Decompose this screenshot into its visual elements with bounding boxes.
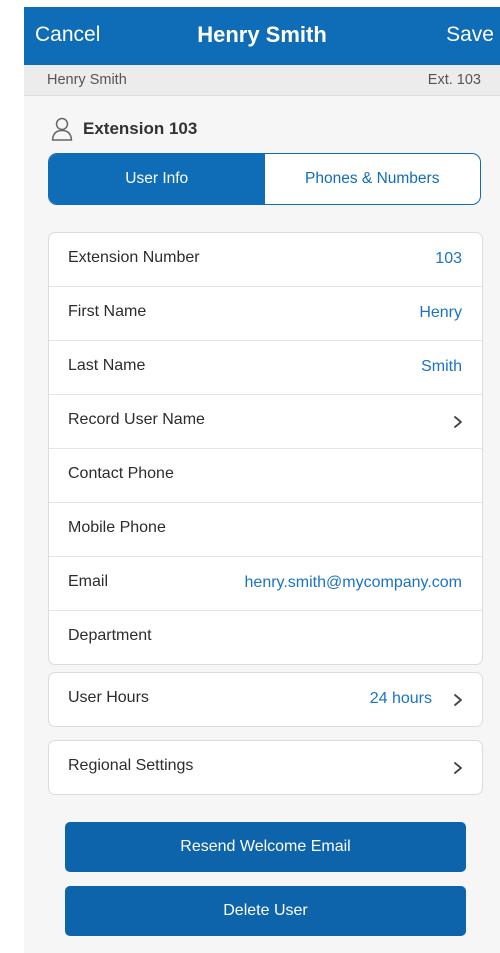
section-title: Extension 103 bbox=[51, 117, 197, 141]
resend-welcome-email-button[interactable]: Resend Welcome Email bbox=[65, 822, 466, 872]
email-value: henry.smith@mycompany.com bbox=[244, 574, 462, 591]
department-row[interactable]: Department bbox=[49, 611, 482, 664]
edit-user-screen: Cancel Henry Smith Save Henry Smith Ext.… bbox=[24, 7, 500, 953]
record-user-name-row[interactable]: Record User Name bbox=[49, 395, 482, 449]
user-info-card: Extension Number 103 First Name Henry La… bbox=[48, 232, 483, 665]
regional-settings-row[interactable]: Regional Settings bbox=[49, 741, 482, 794]
user-icon bbox=[51, 117, 73, 141]
email-row[interactable]: Email henry.smith@mycompany.com bbox=[49, 557, 482, 611]
delete-user-button[interactable]: Delete User bbox=[65, 886, 466, 936]
row-label: First Name bbox=[68, 303, 147, 320]
extension-label: Ext. 103 bbox=[427, 72, 481, 88]
extension-number-row[interactable]: Extension Number 103 bbox=[49, 233, 482, 287]
user-hours-card: User Hours 24 hours bbox=[48, 672, 483, 727]
row-label: Extension Number bbox=[68, 249, 200, 266]
user-name-label: Henry Smith bbox=[47, 72, 127, 88]
extension-number-value: 103 bbox=[435, 250, 462, 267]
user-hours-row[interactable]: User Hours 24 hours bbox=[49, 673, 482, 726]
regional-settings-card: Regional Settings bbox=[48, 740, 483, 795]
tab-user-info[interactable]: User Info bbox=[49, 154, 265, 204]
row-label: Email bbox=[68, 573, 109, 590]
user-summary-bar: Henry Smith Ext. 103 bbox=[24, 65, 500, 96]
row-label: Mobile Phone bbox=[68, 519, 166, 536]
navigation-bar: Cancel Henry Smith Save bbox=[24, 7, 500, 65]
page-title: Henry Smith bbox=[197, 22, 327, 47]
row-label: User Hours bbox=[68, 689, 149, 706]
row-label: Last Name bbox=[68, 357, 146, 374]
chevron-right-icon bbox=[454, 416, 462, 428]
user-hours-value: 24 hours bbox=[369, 690, 432, 707]
row-label: Regional Settings bbox=[68, 757, 194, 774]
tab-phones-numbers[interactable]: Phones & Numbers bbox=[265, 154, 481, 204]
mobile-phone-row[interactable]: Mobile Phone bbox=[49, 503, 482, 557]
row-label: Record User Name bbox=[68, 411, 205, 428]
save-button[interactable]: Save bbox=[446, 23, 494, 47]
tab-control: User Info Phones & Numbers bbox=[48, 153, 481, 205]
row-label: Contact Phone bbox=[68, 465, 174, 482]
first-name-value: Henry bbox=[419, 304, 462, 321]
last-name-value: Smith bbox=[421, 358, 462, 375]
contact-phone-row[interactable]: Contact Phone bbox=[49, 449, 482, 503]
section-title-label: Extension 103 bbox=[83, 119, 198, 138]
chevron-right-icon bbox=[454, 694, 462, 706]
last-name-row[interactable]: Last Name Smith bbox=[49, 341, 482, 395]
chevron-right-icon bbox=[454, 762, 462, 774]
row-label: Department bbox=[68, 627, 152, 644]
first-name-row[interactable]: First Name Henry bbox=[49, 287, 482, 341]
